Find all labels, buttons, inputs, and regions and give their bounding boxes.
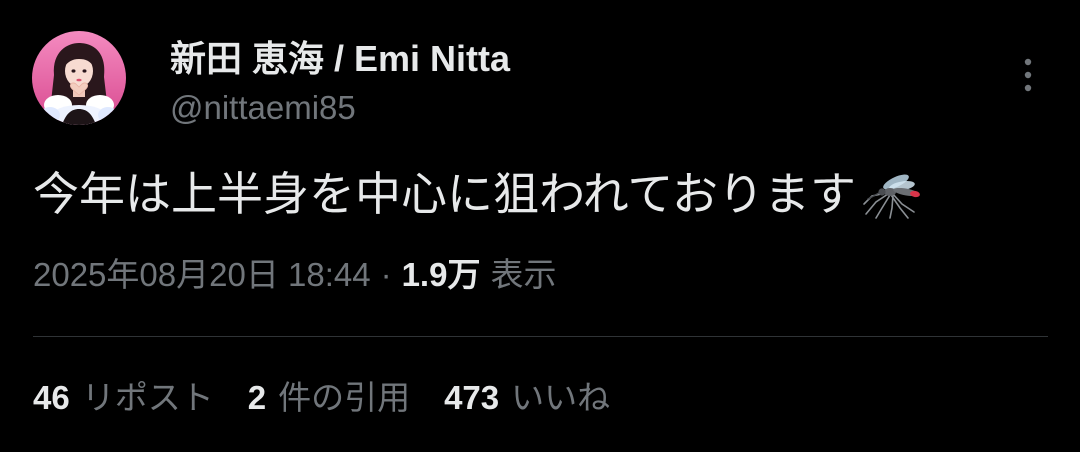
author-handle[interactable]: @nittaemi85	[170, 87, 356, 129]
mosquito-icon	[862, 168, 924, 220]
reposts-stat[interactable]: 46 リポスト	[33, 376, 214, 420]
tweet-stats: 46 リポスト 2 件の引用 473 いいね	[33, 376, 610, 420]
quotes-count: 2	[247, 379, 267, 416]
likes-stat[interactable]: 473 いいね	[444, 376, 610, 420]
likes-label: いいね	[511, 379, 611, 416]
views-count: 1.9万	[401, 256, 481, 293]
reposts-count: 46	[33, 379, 70, 416]
quotes-stat[interactable]: 2 件の引用	[248, 376, 410, 420]
more-options-button[interactable]	[1010, 52, 1046, 98]
more-vertical-icon	[1024, 58, 1032, 92]
tweet-text: 今年は上半身を中心に狙われております	[33, 168, 856, 220]
tweet-meta: 2025年08月20日 18:44 · 1.9万 表示	[33, 253, 556, 297]
tweet-body: 今年は上半身を中心に狙われております	[33, 165, 924, 223]
quotes-label: 件の引用	[278, 379, 411, 416]
divider	[33, 336, 1048, 337]
tweet-timestamp[interactable]: 2025年08月20日 18:44	[33, 253, 371, 297]
author-avatar[interactable]	[32, 31, 126, 125]
reposts-label: リポスト	[81, 379, 214, 416]
meta-separator: ·	[380, 256, 392, 293]
avatar-photo-icon	[32, 31, 126, 125]
views-label: 表示	[490, 256, 557, 293]
author-display-name[interactable]: 新田 恵海 / Emi Nitta	[170, 36, 510, 82]
likes-count: 473	[444, 379, 500, 416]
